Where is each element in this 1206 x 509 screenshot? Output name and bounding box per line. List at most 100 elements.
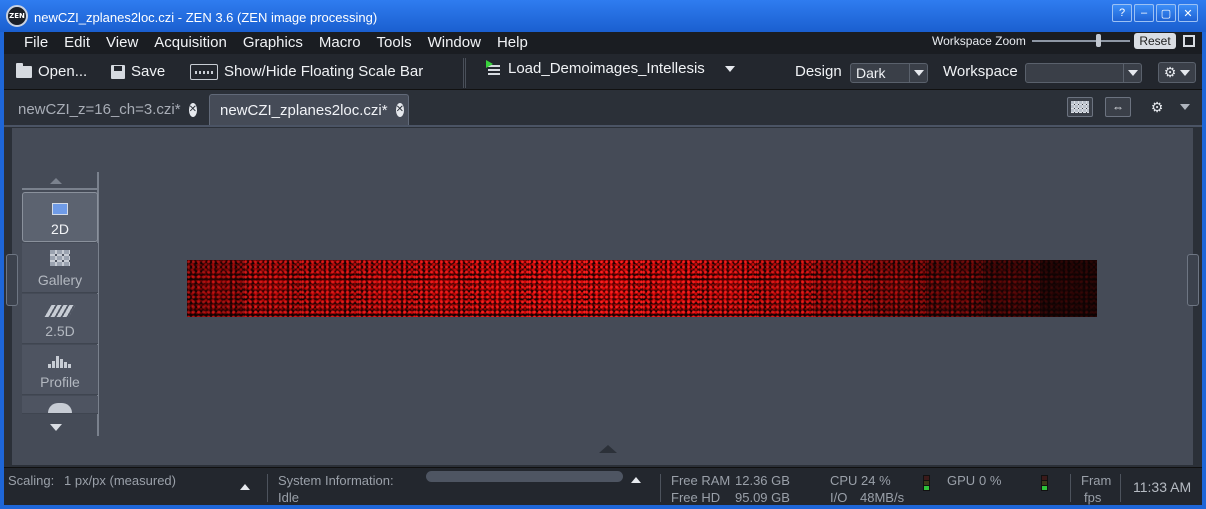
tabs-overflow-button[interactable] bbox=[1172, 97, 1198, 117]
free-hd-label: Free HD bbox=[671, 490, 721, 505]
z-plane-tile bbox=[187, 260, 244, 317]
gear-icon: ⚙ bbox=[1163, 64, 1177, 80]
io-label: I/O bbox=[830, 490, 848, 505]
tab-label: newCZI_zplanes2loc.czi* bbox=[220, 101, 388, 119]
workspace-select[interactable] bbox=[1025, 63, 1142, 83]
frame-label: Fram bbox=[1081, 473, 1112, 488]
gallery-icon bbox=[50, 250, 70, 266]
free-ram-value: 12.36 GB bbox=[735, 473, 790, 488]
window-controls: ? – ▢ ✕ bbox=[1112, 4, 1198, 22]
cpu-indicator-icon bbox=[923, 475, 930, 491]
split-view-button[interactable] bbox=[1067, 97, 1093, 117]
status-bar: Scaling: 1 px/px (measured) System Infor… bbox=[4, 467, 1202, 505]
view-2-5d-label: 2.5D bbox=[45, 323, 75, 339]
menu-window[interactable]: Window bbox=[420, 34, 489, 52]
maximize-button[interactable]: ▢ bbox=[1156, 4, 1176, 22]
io-value: 48MB/s bbox=[860, 490, 905, 505]
expand-bottom-panel-icon[interactable] bbox=[599, 445, 617, 453]
view-2d-button[interactable]: 2D bbox=[22, 192, 98, 242]
gpu-indicator-icon bbox=[1041, 475, 1048, 491]
design-value: Dark bbox=[856, 65, 886, 81]
left-panel-handle[interactable] bbox=[6, 254, 18, 306]
menu-edit[interactable]: Edit bbox=[56, 34, 98, 52]
z-plane-tile bbox=[1040, 260, 1097, 317]
z-plane-tile bbox=[528, 260, 586, 317]
view-profile-button[interactable]: Profile bbox=[22, 345, 98, 395]
reset-zoom-button[interactable]: Reset bbox=[1134, 33, 1176, 49]
minimize-button[interactable]: – bbox=[1134, 4, 1154, 22]
close-button[interactable]: ✕ bbox=[1178, 4, 1198, 22]
sysinfo-label: System Information: bbox=[278, 473, 394, 488]
menu-view[interactable]: View bbox=[98, 34, 146, 52]
right-panel-handle[interactable] bbox=[1187, 254, 1199, 306]
menu-acquisition[interactable]: Acquisition bbox=[146, 34, 235, 52]
chevron-up-icon[interactable] bbox=[50, 178, 62, 184]
image-strip[interactable] bbox=[187, 260, 1097, 317]
chevron-up-icon[interactable] bbox=[631, 477, 641, 483]
close-icon[interactable]: ✕ bbox=[188, 102, 197, 117]
2d-view-icon bbox=[52, 203, 68, 215]
macro-button[interactable]: Load_Demoimages_Intellesis bbox=[486, 59, 735, 77]
menu-tools[interactable]: Tools bbox=[369, 34, 420, 52]
close-icon[interactable]: ✕ bbox=[395, 103, 404, 117]
fit-width-button[interactable]: ⇔ bbox=[1105, 97, 1131, 117]
histogram-icon bbox=[48, 403, 72, 413]
view-next-button[interactable] bbox=[22, 396, 98, 414]
chevron-down-icon bbox=[1123, 64, 1141, 82]
z-plane-tile bbox=[300, 260, 358, 317]
menu-macro[interactable]: Macro bbox=[311, 34, 369, 52]
z-plane-tile bbox=[812, 260, 870, 317]
z-plane-tile bbox=[357, 260, 415, 317]
grid-icon bbox=[1071, 101, 1089, 113]
view-gallery-button[interactable]: Gallery bbox=[22, 243, 98, 293]
gpu-label: GPU bbox=[947, 473, 976, 488]
tab-newczi-zplanes2loc[interactable]: newCZI_zplanes2loc.czi* ✕ bbox=[209, 94, 409, 125]
design-select[interactable]: Dark bbox=[850, 63, 928, 83]
view-2d-label: 2D bbox=[51, 221, 69, 237]
z-plane-tile bbox=[243, 260, 301, 317]
save-icon bbox=[111, 64, 125, 79]
chevron-down-icon[interactable] bbox=[50, 424, 62, 431]
view-settings-button[interactable]: ⚙ bbox=[1144, 97, 1170, 117]
macro-label: Load_Demoimages_Intellesis bbox=[508, 60, 705, 77]
z-plane-tile bbox=[414, 260, 472, 317]
window-titlebar[interactable]: ZEN newCZI_zplanes2loc.czi - ZEN 3.6 (ZE… bbox=[0, 0, 1206, 32]
chevron-down-icon[interactable] bbox=[724, 65, 735, 72]
undock-icon[interactable] bbox=[1183, 35, 1195, 47]
main-toolbar: Open... Save Show/Hide Floating Scale Ba… bbox=[4, 54, 1202, 90]
scalebar-label: Show/Hide Floating Scale Bar bbox=[224, 63, 424, 80]
2-5d-icon bbox=[44, 305, 76, 317]
z-plane-tile bbox=[585, 260, 642, 317]
chevron-down-icon bbox=[1180, 104, 1190, 110]
save-button[interactable]: Save bbox=[111, 63, 165, 80]
settings-menu-button[interactable]: ⚙ bbox=[1158, 62, 1196, 83]
progress-bar bbox=[426, 471, 623, 482]
open-label: Open... bbox=[38, 63, 88, 80]
menu-graphics[interactable]: Graphics bbox=[235, 34, 311, 52]
tab-newczi-z16[interactable]: newCZI_z=16_ch=3.czi* ✕ bbox=[8, 94, 206, 125]
open-button[interactable]: Open... bbox=[16, 62, 88, 80]
help-button[interactable]: ? bbox=[1112, 4, 1132, 22]
menu-help[interactable]: Help bbox=[489, 34, 536, 52]
cpu-value: 24 % bbox=[861, 473, 891, 488]
view-2-5d-button[interactable]: 2.5D bbox=[22, 294, 98, 344]
design-label: Design bbox=[795, 63, 842, 80]
z-plane-tile bbox=[755, 260, 813, 317]
z-plane-tile bbox=[926, 260, 984, 317]
macro-run-icon bbox=[486, 59, 502, 77]
save-label: Save bbox=[131, 63, 166, 80]
z-plane-tile bbox=[642, 260, 699, 317]
cpu-label: CPU bbox=[830, 473, 858, 488]
scaling-label: Scaling: bbox=[8, 473, 55, 488]
chevron-down-icon bbox=[909, 64, 927, 82]
window-title: newCZI_zplanes2loc.czi - ZEN 3.6 (ZEN im… bbox=[34, 10, 378, 25]
image-viewer[interactable]: 2D Gallery 2.5D Profile bbox=[6, 128, 1199, 465]
menu-file[interactable]: File bbox=[16, 34, 56, 52]
workspace-label: Workspace bbox=[943, 63, 1018, 80]
profile-icon bbox=[48, 356, 72, 368]
workspace-zoom-thumb[interactable] bbox=[1096, 34, 1101, 47]
chevron-up-icon[interactable] bbox=[240, 484, 250, 490]
scalebar-toggle-button[interactable]: Show/Hide Floating Scale Bar bbox=[190, 63, 423, 80]
chevron-down-icon bbox=[1180, 69, 1191, 76]
workspace-zoom-slider[interactable] bbox=[1032, 40, 1130, 42]
